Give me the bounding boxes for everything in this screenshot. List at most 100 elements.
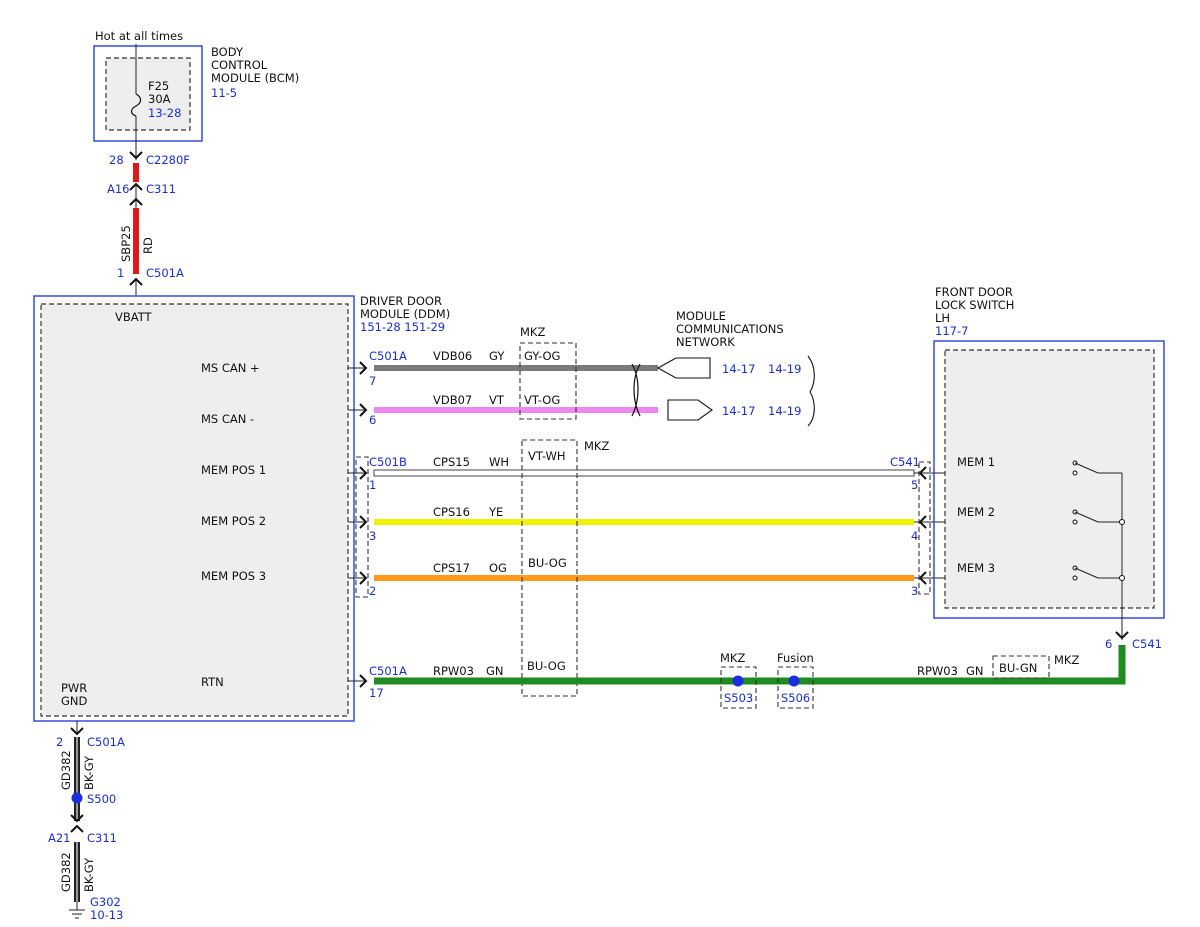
s506-label: S506 [781, 691, 810, 705]
mem3-mkz-color: BU-OG [528, 556, 567, 570]
switch-mem2-label: MEM 2 [957, 505, 995, 519]
switch-junction-dot-2 [1119, 519, 1125, 525]
mem1-mkz-color: VT-WH [528, 449, 566, 463]
network-title-line2: COMMUNICATIONS [676, 322, 784, 336]
s506-splice-dot [788, 675, 800, 687]
conn-c2280f-name: C2280F [146, 153, 190, 167]
mem1-pin: 1 [369, 478, 376, 492]
switch-ref: 117-7 [935, 324, 968, 338]
ddm-pwr-label: PWR [61, 681, 87, 695]
switch-title-line3: LH [935, 311, 950, 325]
ddm-title-line2: MODULE (DDM) [360, 307, 450, 321]
ddm-pin-mem-pos-2: MEM POS 2 [201, 514, 266, 528]
gnd-wire1-circuit: GD382 [59, 750, 73, 790]
mem1-circuit: CPS15 [433, 455, 470, 469]
ddm-pin-rtn: RTN [201, 675, 224, 689]
rtn-right-circuit: RPW03 [917, 664, 958, 678]
ddm-pin-mem-pos-1: MEM POS 1 [201, 463, 266, 477]
mem1-sw-pin: 5 [911, 478, 918, 492]
gnd-c501a-pin: 2 [56, 735, 63, 749]
g302-ref: 10-13 [90, 908, 123, 922]
conn-c311-name: C311 [146, 182, 176, 196]
can-plus-pin: 7 [369, 374, 376, 388]
red-wire-segment-2 [133, 208, 139, 274]
fuse-ref: 13-28 [148, 106, 181, 120]
ddm-pin-mem-pos-3: MEM POS 3 [201, 569, 266, 583]
bcm-title-line3: MODULE (BCM) [211, 71, 299, 85]
conn-c311-pin: A16 [107, 182, 130, 196]
mem2-circuit: CPS16 [433, 505, 470, 519]
can-plus-circuit: VDB06 [433, 349, 472, 363]
ddm-vbatt-label: VBATT [115, 310, 153, 324]
mem2-pin: 3 [369, 529, 376, 543]
rtn-color: GN [486, 664, 504, 678]
mem1-color: WH [489, 455, 509, 469]
wiring-diagram: Hot at all times BODY CONTROL MODULE (BC… [33, 29, 1165, 922]
conn-c501a-vbatt-name: C501A [146, 266, 184, 280]
mem3-sw-pin: 3 [911, 584, 918, 598]
hot-at-all-times-label: Hot at all times [95, 29, 183, 43]
switch-title-line2: LOCK SWITCH [935, 298, 1014, 312]
rtn-circuit: RPW03 [433, 664, 474, 678]
conn-c2280f-pin: 28 [109, 153, 124, 167]
mem3-circuit: CPS17 [433, 561, 470, 575]
wire-sbp25-color: RD [141, 237, 155, 254]
fuse-rating: 30A [148, 92, 171, 106]
can-plus-ref1: 14-17 [722, 362, 755, 376]
ddm-inner-box [40, 303, 349, 717]
can-minus-ref1: 14-17 [722, 404, 755, 418]
can-minus-color: VT [489, 393, 505, 407]
rtn-right-mkz-label: MKZ [1054, 653, 1079, 667]
rtn-mkz-color: BU-OG [527, 659, 566, 673]
gnd-wire1-color: BK-GY [82, 755, 96, 790]
switch-title-line1: FRONT DOOR [935, 285, 1013, 299]
can-minus-ref2: 14-19 [768, 404, 801, 418]
can-plus-mkz-color: GY-OG [524, 349, 560, 363]
g302-label: G302 [90, 895, 121, 909]
gnd-wire2-color: BK-GY [82, 857, 96, 892]
bcm-title-line1: BODY [211, 45, 244, 59]
mkz-can-label: MKZ [520, 325, 545, 339]
gnd-c311-bottom-connector-icon [70, 824, 84, 833]
rtn-conn: C501A [369, 664, 407, 678]
mem2-sw-pin: 4 [911, 529, 918, 543]
mem2-wire [374, 519, 914, 525]
switch-junction-dot-3 [1119, 575, 1125, 581]
switch-mem3-label: MEM 3 [957, 561, 995, 575]
bcm-ref: 11-5 [211, 86, 237, 100]
mem3-color: OG [489, 561, 507, 575]
mem3-pin: 2 [369, 584, 376, 598]
mem1-conn: C501B [369, 455, 407, 469]
switch-rtn-conn: C541 [1132, 637, 1162, 651]
mem1-wire [373, 469, 915, 477]
gnd-c501a-name: C501A [87, 735, 125, 749]
can-plus-conn: C501A [369, 349, 407, 363]
rtn-pin: 17 [369, 686, 384, 700]
gnd-c311-name: C311 [87, 831, 117, 845]
network-title-line1: MODULE [676, 309, 726, 323]
mem3-wire [374, 575, 914, 581]
can-plus-ref2: 14-19 [768, 362, 801, 376]
network-title-line3: NETWORK [676, 335, 735, 349]
gnd-wire-stripe-1 [76, 737, 78, 821]
s500-splice-dot [71, 792, 83, 804]
fuse-name: F25 [148, 79, 169, 93]
gnd-wire2-circuit: GD382 [59, 852, 73, 892]
switch-mem1-label: MEM 1 [957, 455, 995, 469]
s500-label: S500 [87, 792, 116, 806]
gnd-wire-stripe-2 [76, 842, 78, 902]
ddm-pin-ms-can-minus: MS CAN - [201, 412, 254, 426]
conn-c501a-vbatt-pin: 1 [117, 266, 124, 280]
can-plus-wire [374, 365, 658, 371]
can-minus-pin: 6 [369, 413, 376, 427]
network-connector-minus-icon [667, 399, 713, 421]
red-wire-segment-1 [133, 163, 139, 182]
network-connector-plus-icon [656, 357, 711, 379]
ddm-title-line1: DRIVER DOOR [360, 294, 442, 308]
can-minus-circuit: VDB07 [433, 393, 472, 407]
rtn-right-mkz-color: BU-GN [999, 661, 1037, 675]
bcm-title-line2: CONTROL [211, 58, 268, 72]
mem2-color: YE [488, 505, 503, 519]
s503-label: S503 [724, 691, 753, 705]
network-bracket-icon [807, 355, 815, 427]
